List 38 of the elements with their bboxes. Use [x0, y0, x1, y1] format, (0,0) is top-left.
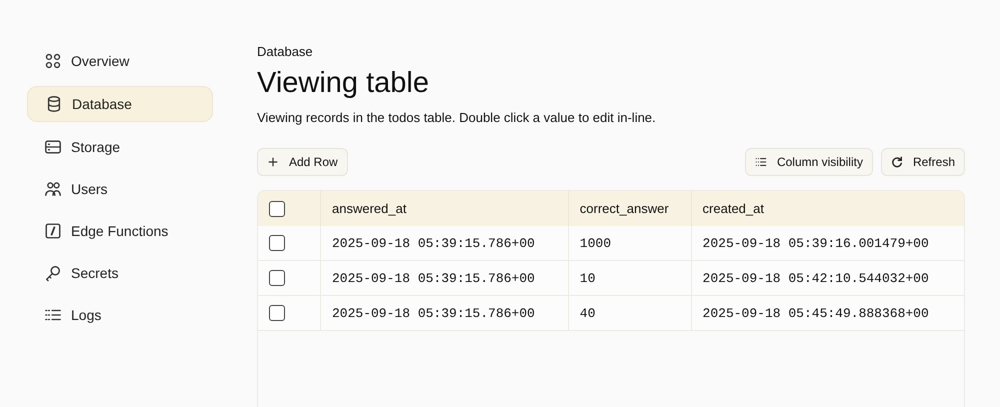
- function-icon: [44, 222, 62, 240]
- sidebar-item[interactable]: Edge Functions: [27, 214, 213, 248]
- page-title: Viewing table: [257, 67, 430, 100]
- column-header: answered_at: [320, 191, 568, 226]
- sidebar-item[interactable]: Overview: [27, 44, 213, 78]
- table-cell: 10: [568, 260, 692, 296]
- list-icon: [754, 156, 767, 168]
- column-header: created_at: [691, 191, 964, 226]
- row-checkbox[interactable]: [269, 270, 285, 286]
- column-visibility-button[interactable]: Column visibility: [744, 148, 873, 176]
- table-cell: 40: [568, 296, 692, 330]
- sidebar-item[interactable]: Storage: [27, 130, 213, 164]
- table-cell: 2025-09-18 05:45:49.888368+00: [691, 296, 964, 330]
- table-cell: 2025-09-18 05:39:15.786+00: [320, 226, 568, 260]
- table-cell: 2025-09-18 05:42:10.544032+00: [691, 260, 964, 296]
- row-checkbox[interactable]: [269, 235, 285, 251]
- column-header: correct_answer: [568, 191, 692, 226]
- breadcrumb: Database: [257, 44, 314, 59]
- refresh-icon: [890, 156, 903, 168]
- plus-icon: [267, 156, 279, 168]
- users-icon: [44, 180, 62, 198]
- table-cell: 2025-09-18 05:39:16.001479+00: [691, 226, 964, 260]
- table-cell: 2025-09-18 05:39:15.786+00: [320, 296, 568, 330]
- sidebar-item[interactable]: Secrets: [27, 256, 213, 290]
- sidebar-item[interactable]: Users: [27, 172, 213, 206]
- grid-icon: [44, 52, 62, 70]
- add-row-button[interactable]: Add Row: [257, 148, 348, 176]
- table-cell: 2025-09-18 05:39:15.786+00: [320, 260, 568, 296]
- key-icon: [44, 264, 62, 282]
- table-cell: 1000: [568, 226, 692, 260]
- sidebar-item[interactable]: Logs: [27, 298, 213, 332]
- row-checkbox[interactable]: [269, 305, 285, 321]
- refresh-button[interactable]: Refresh: [880, 148, 965, 176]
- sidebar-item[interactable]: Database: [27, 86, 213, 122]
- select-all-checkbox[interactable]: [269, 200, 285, 216]
- database-icon: [45, 95, 63, 113]
- server-icon: [44, 138, 62, 156]
- page-description: Viewing records in the todos table. Double click a value to edit in-line.: [257, 110, 657, 125]
